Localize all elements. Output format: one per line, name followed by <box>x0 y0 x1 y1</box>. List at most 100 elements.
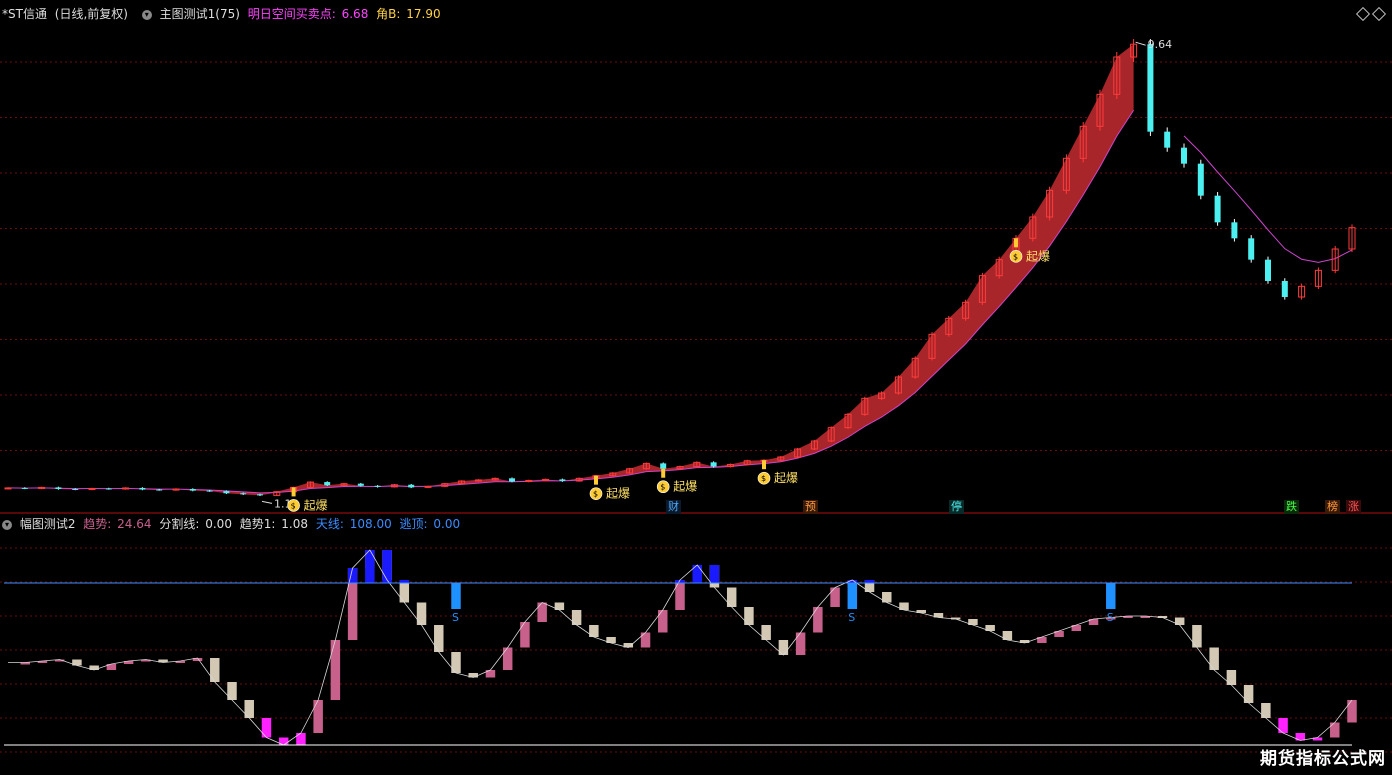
signal-text: 起爆 <box>774 471 798 485</box>
oscillator-bar <box>1278 718 1288 733</box>
sky-value: 108.00 <box>349 517 392 531</box>
main-header: *ST信通 (日线,前复权) ▾ 主图测试1(75) 明日空间买卖点: 6.68… <box>2 6 445 22</box>
money-bag-symbol: $ <box>1013 252 1018 261</box>
candle-body <box>139 487 146 490</box>
price-high-label: 9.64 <box>1148 38 1173 51</box>
oscillator-bar <box>210 658 220 682</box>
signal-text: 起爆 <box>304 498 328 512</box>
event-tag[interactable]: 预 <box>803 500 818 514</box>
signal-label: 明日空间买卖点: <box>247 7 336 21</box>
peak-bar <box>365 550 375 583</box>
oscillator-bar <box>1209 647 1219 670</box>
sell-bar <box>847 583 858 609</box>
candle-body <box>55 487 62 489</box>
dropdown-icon[interactable]: ▾ <box>2 519 12 530</box>
oscillator-bar <box>227 682 237 700</box>
candle-body <box>408 484 415 488</box>
money-bag-symbol: $ <box>593 490 598 499</box>
signal-text: 起爆 <box>606 487 630 501</box>
candle-body <box>660 463 667 469</box>
candle-body <box>189 489 196 491</box>
oscillator-bar <box>296 733 306 745</box>
sell-bar <box>451 583 461 609</box>
signal-marker <box>291 487 296 497</box>
oscillator-bar <box>520 622 530 648</box>
sell-marker: S <box>452 611 459 624</box>
oscillator-bar <box>244 700 254 718</box>
oscillator-bar <box>589 625 599 637</box>
signal-marker <box>1014 238 1018 248</box>
candle-body <box>206 490 213 492</box>
candle-body <box>1248 238 1255 260</box>
trend1-value: 1.08 <box>281 517 309 531</box>
candle-body <box>1231 222 1238 239</box>
candle-body <box>1147 44 1154 132</box>
candle-body <box>21 487 28 489</box>
trend-label: 趋势: <box>83 517 112 531</box>
sub-indicator-name[interactable]: 幅图测试2 <box>20 517 76 531</box>
sell-bar <box>1106 583 1116 609</box>
oscillator-bar <box>502 647 513 670</box>
indicator-name[interactable]: 主图测试1(75) <box>160 7 240 21</box>
oscillator-bar <box>1192 625 1202 648</box>
candle-body <box>374 485 381 487</box>
candle-body <box>1181 147 1187 164</box>
oscillator-bar <box>675 580 685 610</box>
period-label[interactable]: (日线,前复权) <box>55 7 128 21</box>
candlesticks <box>4 39 1356 497</box>
oscillator-bar <box>830 587 840 607</box>
angle-value: 17.90 <box>406 7 441 21</box>
money-bag-symbol: $ <box>761 474 766 483</box>
candle-body <box>357 483 364 486</box>
signal-value: 6.68 <box>341 7 369 21</box>
event-tag[interactable]: 停 <box>949 500 964 514</box>
candle-body <box>257 494 263 496</box>
candle-body <box>156 489 163 491</box>
oscillator-bar <box>416 602 427 625</box>
trend1-label: 趋势1: <box>239 517 276 531</box>
oscillator-bar <box>658 610 668 633</box>
candle-body <box>223 491 230 494</box>
candle-body <box>72 489 79 490</box>
oscillator-bar <box>261 718 272 738</box>
event-tag[interactable]: 榜 <box>1325 500 1340 514</box>
candle-body <box>710 462 717 467</box>
oscillator-bar <box>330 640 341 700</box>
event-tag[interactable]: 涨 <box>1346 500 1361 514</box>
event-tag[interactable]: 跌 <box>1284 500 1299 514</box>
candle-body <box>1197 163 1204 196</box>
chart-canvas: 9.641.18$ 起爆$ 起爆 $ 起爆$ 起爆$ 起爆 SSS <box>0 38 1392 753</box>
oscillator-bar <box>761 625 771 640</box>
oscillator-bar <box>1261 703 1271 718</box>
angle-label: 角B: <box>376 7 401 21</box>
sell-marker: S <box>1107 611 1114 624</box>
trend-value: 24.64 <box>117 517 152 531</box>
oscillator-bar <box>313 700 323 733</box>
signal-marker <box>661 468 666 478</box>
dropdown-icon[interactable]: ▾ <box>141 9 152 20</box>
oscillator-bar <box>744 607 754 625</box>
oscillator-bar <box>1347 700 1357 723</box>
split-label: 分割线: <box>159 517 200 531</box>
peak-bar <box>709 565 720 583</box>
oscillator-bar <box>434 625 444 652</box>
stock-title[interactable]: *ST信通 <box>2 7 47 21</box>
oscillator-bar <box>795 632 806 655</box>
money-bag-symbol: $ <box>291 501 296 510</box>
oscillator-bar <box>537 602 547 622</box>
price-low-pointer <box>261 500 273 504</box>
candle-body <box>1214 195 1221 223</box>
oscillator-bar <box>726 587 737 607</box>
sell-marker: S <box>848 611 855 624</box>
candle-body <box>105 488 112 490</box>
candle-body <box>1281 281 1288 297</box>
candle-body <box>1164 131 1171 148</box>
oscillator-bar <box>571 610 582 625</box>
event-tag[interactable]: 财 <box>666 500 681 514</box>
split-value: 0.00 <box>205 517 232 531</box>
trend-line <box>1183 135 1353 263</box>
candle-body <box>509 478 515 482</box>
signal-marker <box>594 475 598 485</box>
candle-body <box>240 493 247 495</box>
candle-body <box>4 487 12 490</box>
